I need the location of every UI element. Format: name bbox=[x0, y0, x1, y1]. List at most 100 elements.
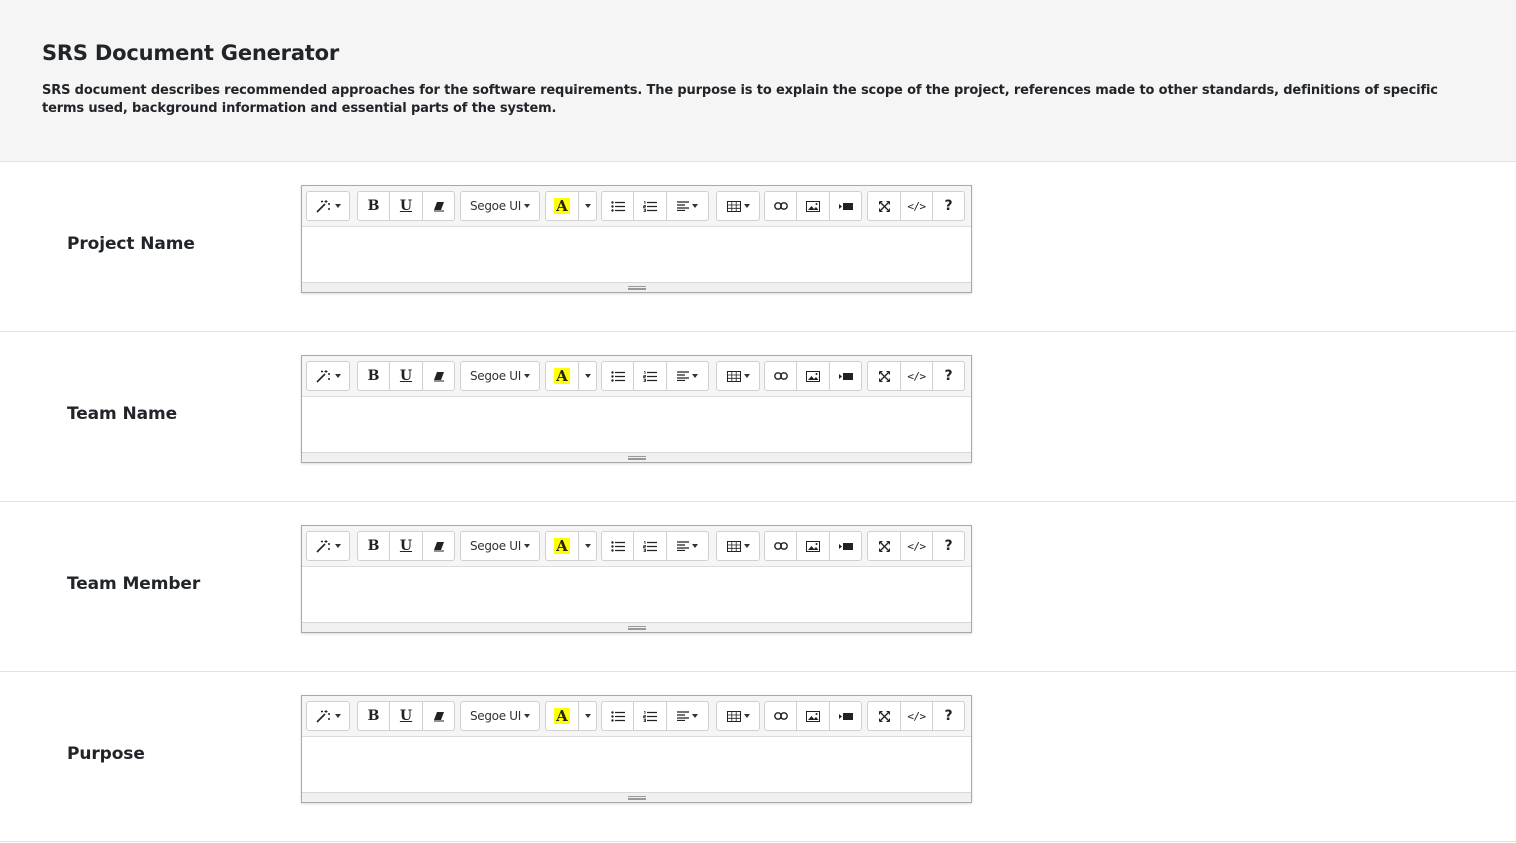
bold-button[interactable]: B bbox=[357, 531, 390, 561]
style-group bbox=[306, 191, 350, 221]
table-dropdown-button[interactable] bbox=[716, 361, 760, 391]
insert-video-button[interactable] bbox=[829, 361, 862, 391]
insert-link-button[interactable] bbox=[764, 191, 797, 221]
bold-button[interactable]: B bbox=[357, 701, 390, 731]
editor-content-area[interactable] bbox=[302, 397, 971, 453]
expand-icon bbox=[878, 540, 890, 552]
paragraph-align-dropdown[interactable] bbox=[666, 191, 709, 221]
style-dropdown-button[interactable] bbox=[306, 361, 350, 391]
fullscreen-button[interactable] bbox=[867, 361, 901, 391]
style-dropdown-button[interactable] bbox=[306, 531, 350, 561]
insert-video-button[interactable] bbox=[829, 531, 862, 561]
ordered-list-button[interactable] bbox=[633, 361, 667, 391]
editor-resize-bar[interactable] bbox=[302, 622, 971, 632]
color-dropdown-button[interactable] bbox=[578, 191, 597, 221]
align-left-icon bbox=[677, 541, 689, 551]
font-name-dropdown[interactable]: Segoe UI bbox=[460, 531, 540, 561]
clear-formatting-button[interactable] bbox=[422, 531, 455, 561]
insert-video-button[interactable] bbox=[829, 191, 862, 221]
insert-picture-button[interactable] bbox=[796, 531, 830, 561]
underline-button[interactable]: U bbox=[389, 531, 423, 561]
table-dropdown-button[interactable] bbox=[716, 191, 760, 221]
color-dropdown-button[interactable] bbox=[578, 701, 597, 731]
color-dropdown-button[interactable] bbox=[578, 361, 597, 391]
underline-button[interactable]: U bbox=[389, 701, 423, 731]
table-icon bbox=[726, 710, 741, 722]
insert-video-button[interactable] bbox=[829, 701, 862, 731]
font-name-dropdown[interactable]: Segoe UI bbox=[460, 361, 540, 391]
color-dropdown-button[interactable] bbox=[578, 531, 597, 561]
fullscreen-button[interactable] bbox=[867, 531, 901, 561]
unordered-list-button[interactable] bbox=[601, 701, 634, 731]
insert-link-button[interactable] bbox=[764, 361, 797, 391]
table-group bbox=[716, 531, 760, 561]
paragraph-align-dropdown[interactable] bbox=[666, 361, 709, 391]
ordered-list-button[interactable] bbox=[633, 191, 667, 221]
code-view-button[interactable]: </> bbox=[900, 361, 933, 391]
table-group bbox=[716, 361, 760, 391]
editor-resize-bar[interactable] bbox=[302, 792, 971, 802]
view-group: </> ? bbox=[867, 701, 965, 731]
insert-link-button[interactable] bbox=[764, 701, 797, 731]
help-icon: ? bbox=[944, 198, 953, 214]
form-row: Project Name B U Segoe UI A </> ? bbox=[0, 162, 1516, 332]
underline-button[interactable]: U bbox=[389, 361, 423, 391]
bold-button[interactable]: B bbox=[357, 191, 390, 221]
editor-resize-bar[interactable] bbox=[302, 452, 971, 462]
resize-grip-icon bbox=[627, 285, 646, 290]
paragraph-align-dropdown[interactable] bbox=[666, 701, 709, 731]
paragraph-align-dropdown[interactable] bbox=[666, 531, 709, 561]
editor-content-area[interactable] bbox=[302, 227, 971, 283]
recent-color-button[interactable]: A bbox=[545, 531, 579, 561]
fullscreen-button[interactable] bbox=[867, 191, 901, 221]
insert-picture-button[interactable] bbox=[796, 701, 830, 731]
eraser-icon bbox=[433, 711, 445, 722]
code-view-button[interactable]: </> bbox=[900, 191, 933, 221]
ordered-list-button[interactable] bbox=[633, 701, 667, 731]
style-dropdown-button[interactable] bbox=[306, 191, 350, 221]
font-name-label: Segoe UI bbox=[469, 539, 522, 553]
unordered-list-button[interactable] bbox=[601, 531, 634, 561]
recent-color-button[interactable]: A bbox=[545, 361, 579, 391]
help-button[interactable]: ? bbox=[932, 361, 965, 391]
bold-icon: B bbox=[367, 198, 380, 214]
clear-formatting-button[interactable] bbox=[422, 701, 455, 731]
underline-icon: U bbox=[399, 198, 413, 214]
clear-formatting-button[interactable] bbox=[422, 191, 455, 221]
table-dropdown-button[interactable] bbox=[716, 531, 760, 561]
code-view-button[interactable]: </> bbox=[900, 531, 933, 561]
style-dropdown-button[interactable] bbox=[306, 701, 350, 731]
numbered-list-icon bbox=[643, 540, 657, 552]
text-color-icon: A bbox=[554, 197, 570, 215]
align-left-icon bbox=[677, 201, 689, 211]
editor-content-area[interactable] bbox=[302, 737, 971, 793]
bold-icon: B bbox=[367, 708, 380, 724]
code-view-button[interactable]: </> bbox=[900, 701, 933, 731]
chevron-down-icon bbox=[743, 714, 750, 718]
align-left-icon bbox=[677, 711, 689, 721]
ordered-list-button[interactable] bbox=[633, 531, 667, 561]
unordered-list-button[interactable] bbox=[601, 191, 634, 221]
color-group: A bbox=[545, 191, 597, 221]
font-name-dropdown[interactable]: Segoe UI bbox=[460, 701, 540, 731]
table-dropdown-button[interactable] bbox=[716, 701, 760, 731]
help-button[interactable]: ? bbox=[932, 191, 965, 221]
link-icon bbox=[773, 202, 788, 210]
editor-content-area[interactable] bbox=[302, 567, 971, 623]
fullscreen-button[interactable] bbox=[867, 701, 901, 731]
unordered-list-button[interactable] bbox=[601, 361, 634, 391]
underline-button[interactable]: U bbox=[389, 191, 423, 221]
clear-formatting-button[interactable] bbox=[422, 361, 455, 391]
font-name-dropdown[interactable]: Segoe UI bbox=[460, 191, 540, 221]
help-button[interactable]: ? bbox=[932, 531, 965, 561]
recent-color-button[interactable]: A bbox=[545, 701, 579, 731]
insert-link-button[interactable] bbox=[764, 531, 797, 561]
help-button[interactable]: ? bbox=[932, 701, 965, 731]
insert-picture-button[interactable] bbox=[796, 361, 830, 391]
video-icon bbox=[838, 712, 853, 721]
text-color-icon: A bbox=[554, 537, 570, 555]
editor-resize-bar[interactable] bbox=[302, 282, 971, 292]
insert-picture-button[interactable] bbox=[796, 191, 830, 221]
recent-color-button[interactable]: A bbox=[545, 191, 579, 221]
bold-button[interactable]: B bbox=[357, 361, 390, 391]
